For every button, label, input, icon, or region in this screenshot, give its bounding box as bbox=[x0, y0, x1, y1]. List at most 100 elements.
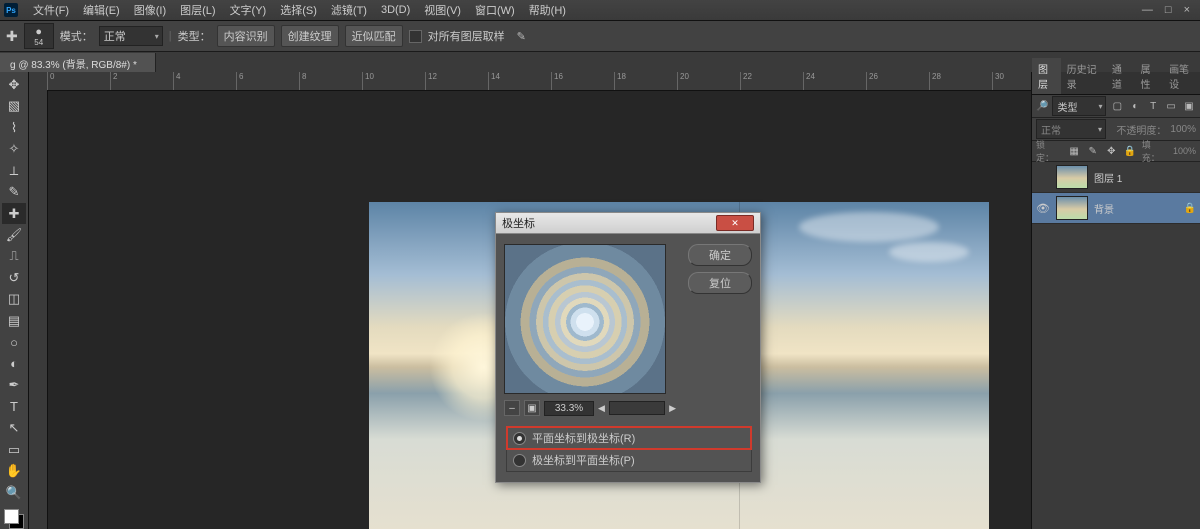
type-content-aware[interactable]: 内容识别 bbox=[217, 25, 275, 47]
filter-smart-icon[interactable]: ▣ bbox=[1182, 99, 1196, 113]
ruler-horizontal[interactable]: 0 2 4 6 8 10 12 14 16 18 20 22 24 26 28 … bbox=[47, 72, 1031, 91]
layer-name[interactable]: 图层 1 bbox=[1094, 170, 1122, 185]
filter-shape-icon[interactable]: ▭ bbox=[1164, 99, 1178, 113]
close-window-icon[interactable]: × bbox=[1184, 4, 1190, 16]
filter-image-icon[interactable]: ▢ bbox=[1110, 99, 1124, 113]
blur-tool[interactable]: ○ bbox=[2, 332, 26, 353]
search-icon[interactable]: 🔎 bbox=[1036, 101, 1048, 112]
stamp-tool[interactable]: ⎍ bbox=[2, 246, 26, 267]
filter-kind-dropdown[interactable]: 类型 bbox=[1052, 96, 1106, 116]
zoom-tool[interactable]: 🔍 bbox=[2, 482, 26, 503]
menu-help[interactable]: 帮助(H) bbox=[522, 2, 573, 18]
lock-position-icon[interactable]: ✥ bbox=[1104, 144, 1118, 158]
panel-tabs: 图层 历史记录 通道 属性 画笔设 bbox=[1032, 72, 1200, 95]
menu-image[interactable]: 图像(I) bbox=[127, 2, 173, 18]
pen-tool[interactable]: ✒ bbox=[2, 375, 26, 396]
history-brush-tool[interactable]: ↺ bbox=[2, 267, 26, 288]
filter-type-icon[interactable]: T bbox=[1146, 99, 1160, 113]
dodge-tool[interactable]: ◐ bbox=[2, 353, 26, 374]
polar-coordinates-dialog: 极坐标 ✕ – ▣ 33.3% ◀ ▶ bbox=[495, 212, 761, 483]
radio-rect-to-polar[interactable]: 平面坐标到极坐标(R) bbox=[507, 427, 751, 449]
lock-brush-icon[interactable]: ✎ bbox=[1086, 144, 1100, 158]
wand-tool[interactable]: ✧ bbox=[2, 138, 26, 159]
menu-select[interactable]: 选择(S) bbox=[273, 2, 324, 18]
blend-mode-dropdown[interactable]: 正常 bbox=[1036, 119, 1106, 139]
brush-preset[interactable]: ● 54 bbox=[24, 23, 54, 49]
layer-name[interactable]: 背景 bbox=[1094, 201, 1114, 216]
mode-dropdown[interactable]: 正常 bbox=[99, 26, 163, 46]
fill-label: 填充： bbox=[1142, 138, 1168, 164]
menu-file[interactable]: 文件(F) bbox=[26, 2, 76, 18]
fill-value[interactable]: 100% bbox=[1173, 146, 1196, 156]
menu-3d[interactable]: 3D(D) bbox=[374, 4, 417, 16]
layer-row[interactable]: 图层 1 bbox=[1032, 162, 1200, 193]
visibility-toggle[interactable]: 👁 bbox=[1036, 202, 1050, 215]
document-tab[interactable]: g @ 83.3% (背景, RGB/8#) * bbox=[0, 53, 156, 74]
path-tool[interactable]: ↖ bbox=[2, 418, 26, 439]
zoom-fit-button[interactable]: ▣ bbox=[524, 400, 540, 416]
bandage-icon[interactable]: ✚ bbox=[6, 28, 18, 45]
type-tool[interactable]: T bbox=[2, 396, 26, 417]
filter-adjust-icon[interactable]: ◐ bbox=[1128, 99, 1142, 113]
eyedropper-tool[interactable]: ✎ bbox=[2, 181, 26, 202]
panel-tab-channels[interactable]: 通道 bbox=[1106, 58, 1135, 94]
healing-tool[interactable]: ✚ bbox=[2, 203, 26, 224]
layer-thumbnail[interactable] bbox=[1056, 196, 1088, 220]
shape-tool[interactable]: ▭ bbox=[2, 439, 26, 460]
gradient-tool[interactable]: ▤ bbox=[2, 310, 26, 331]
type-create-texture[interactable]: 创建纹理 bbox=[281, 25, 339, 47]
lock-icon: 🔒 bbox=[1184, 203, 1196, 214]
zoom-next-icon[interactable]: ▶ bbox=[669, 403, 676, 414]
tool-panel: ✥ ▧ ⌇ ✧ ⟂ ✎ ✚ 🖌 ⎍ ↺ ◫ ▤ ○ ◐ ✒ T ↖ ▭ ✋ 🔍 bbox=[0, 72, 29, 529]
panel-tab-properties[interactable]: 属性 bbox=[1134, 58, 1163, 94]
eraser-tool[interactable]: ◫ bbox=[2, 289, 26, 310]
dialog-preview[interactable] bbox=[504, 244, 666, 394]
crop-tool[interactable]: ⟂ bbox=[2, 160, 26, 181]
type-proximity[interactable]: 近似匹配 bbox=[345, 25, 403, 47]
layer-row[interactable]: 👁 背景 🔒 bbox=[1032, 193, 1200, 224]
zoom-slider[interactable] bbox=[609, 401, 665, 415]
zoom-prev-icon[interactable]: ◀ bbox=[598, 403, 605, 414]
zoom-field[interactable]: 33.3% bbox=[544, 401, 594, 416]
dialog-reset-button[interactable]: 复位 bbox=[688, 272, 752, 294]
dialog-ok-button[interactable]: 确定 bbox=[688, 244, 752, 266]
menu-type[interactable]: 文字(Y) bbox=[223, 2, 274, 18]
lock-all-icon[interactable]: 🔒 bbox=[1123, 144, 1137, 158]
move-tool[interactable]: ✥ bbox=[2, 74, 26, 95]
pressure-icon[interactable]: ✎ bbox=[517, 30, 526, 43]
ruler-vertical[interactable] bbox=[29, 90, 48, 529]
color-swatch[interactable] bbox=[4, 509, 24, 529]
panel-tab-history[interactable]: 历史记录 bbox=[1061, 58, 1106, 94]
brush-size: 54 bbox=[34, 38, 43, 47]
layers-list: 图层 1 👁 背景 🔒 bbox=[1032, 162, 1200, 529]
hand-tool[interactable]: ✋ bbox=[2, 460, 26, 481]
blend-row: 正常 不透明度： 100% bbox=[1032, 118, 1200, 141]
brush-tool[interactable]: 🖌 bbox=[2, 224, 26, 245]
sample-all-checkbox[interactable] bbox=[409, 30, 422, 43]
menu-layer[interactable]: 图层(L) bbox=[173, 2, 222, 18]
dialog-titlebar[interactable]: 极坐标 ✕ bbox=[496, 213, 760, 234]
menu-bar: Ps 文件(F) 编辑(E) 图像(I) 图层(L) 文字(Y) 选择(S) 滤… bbox=[0, 0, 1200, 21]
marquee-tool[interactable]: ▧ bbox=[2, 95, 26, 116]
zoom-out-button[interactable]: – bbox=[504, 400, 520, 416]
preview-image bbox=[505, 245, 665, 393]
lasso-tool[interactable]: ⌇ bbox=[2, 117, 26, 138]
foreground-color[interactable] bbox=[4, 509, 19, 524]
menu-window[interactable]: 窗口(W) bbox=[468, 2, 522, 18]
dialog-close-button[interactable]: ✕ bbox=[716, 215, 754, 231]
menu-edit[interactable]: 编辑(E) bbox=[76, 2, 127, 18]
panel-tab-brush[interactable]: 画笔设 bbox=[1163, 58, 1200, 94]
lock-pixels-icon[interactable]: ▦ bbox=[1067, 144, 1081, 158]
menu-filter[interactable]: 滤镜(T) bbox=[324, 2, 374, 18]
layer-filter-row: 🔎 类型 ▢ ◐ T ▭ ▣ bbox=[1032, 95, 1200, 118]
layer-thumbnail[interactable] bbox=[1056, 165, 1088, 189]
panel-tab-layers[interactable]: 图层 bbox=[1032, 58, 1061, 94]
lock-label: 锁定： bbox=[1036, 138, 1062, 164]
app-logo: Ps bbox=[4, 3, 18, 17]
menu-view[interactable]: 视图(V) bbox=[417, 2, 468, 18]
radio-polar-to-rect[interactable]: 极坐标到平面坐标(P) bbox=[507, 449, 751, 471]
opacity-value[interactable]: 100% bbox=[1170, 124, 1196, 135]
minimize-icon[interactable]: — bbox=[1142, 4, 1153, 16]
maximize-icon[interactable]: □ bbox=[1165, 4, 1172, 16]
mode-label: 模式： bbox=[60, 28, 93, 44]
